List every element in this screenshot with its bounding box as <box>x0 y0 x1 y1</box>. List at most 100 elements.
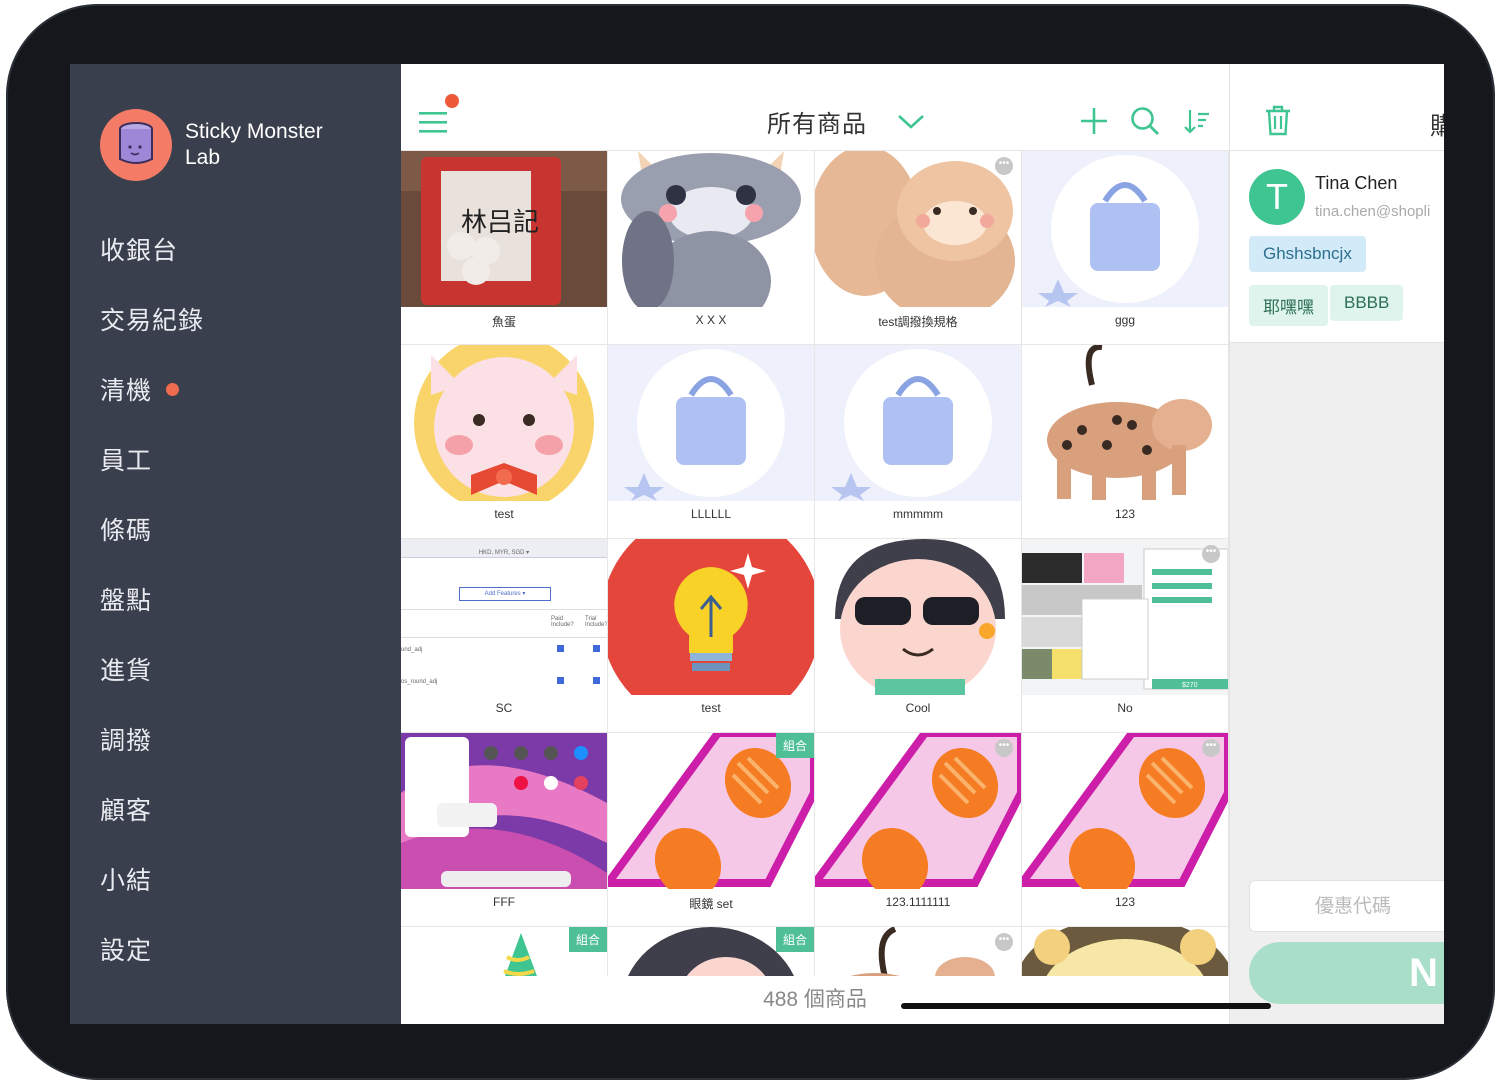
sidebar-item-stocktake[interactable]: 盤點 <box>100 564 204 634</box>
product-name: test <box>701 701 721 715</box>
sidebar-item-label: 進貨 <box>100 657 153 685</box>
sidebar-item-label: 盤點 <box>100 587 153 615</box>
svg-text:林吕記: 林吕記 <box>461 208 539 238</box>
product-tile[interactable]: ••• <box>815 927 1022 976</box>
more-options-icon[interactable]: ••• <box>1202 545 1220 563</box>
product-tile[interactable]: ggg <box>1022 151 1229 345</box>
product-image: HKD, MYR, SGD ▾ Add Features ▾ Paid Incl… <box>401 539 607 695</box>
product-name: test <box>494 507 514 521</box>
product-name: 123.1111111 <box>885 895 951 909</box>
plus-icon[interactable] <box>1079 106 1109 136</box>
product-image <box>608 151 814 307</box>
cart-header-title: 購 <box>1430 113 1444 140</box>
sidebar-item-close-register[interactable]: 清機 <box>100 354 204 424</box>
screenshot-text: Add Features ▾ <box>459 587 551 601</box>
product-image <box>815 733 1021 889</box>
product-name: 123 <box>1114 507 1136 521</box>
sidebar-item-label: 員工 <box>100 447 153 475</box>
customer-email: tina.chen@shopli <box>1315 203 1431 220</box>
more-options-icon[interactable]: ••• <box>995 739 1013 757</box>
more-options-icon[interactable]: ••• <box>995 157 1013 175</box>
product-name: 眼鏡 set <box>689 897 733 911</box>
customer-card[interactable]: T Tina Chen tina.chen@shopli Ghshsbncjx … <box>1230 151 1444 343</box>
product-toolbar: 所有商品 <box>401 64 1229 151</box>
product-tile[interactable]: ••• 123.1111111 <box>815 733 1022 927</box>
product-image <box>608 539 814 695</box>
screenshot-text: HKD, MYR, SGD ▾ <box>478 550 530 556</box>
product-tile[interactable]: 組合 <box>608 927 815 976</box>
app-screen: Sticky Monster Lab 收銀台 交易紀錄 清機 員工 條碼 盤點 … <box>70 64 1444 1024</box>
sidebar-item-transfer[interactable]: 調撥 <box>100 704 204 774</box>
store-brand[interactable]: Sticky Monster Lab <box>100 109 355 181</box>
sidebar-item-staff[interactable]: 員工 <box>100 424 204 494</box>
product-tile[interactable]: 林吕記 魚蛋 <box>401 151 608 345</box>
product-tile[interactable] <box>1022 927 1229 976</box>
customer-avatar: T <box>1249 169 1305 225</box>
monster-logo-icon <box>119 122 153 164</box>
more-options-icon[interactable]: ••• <box>995 933 1013 951</box>
product-image <box>815 345 1021 501</box>
product-tile[interactable]: Cool <box>815 539 1022 733</box>
customer-tag[interactable]: Ghshsbncjx <box>1249 236 1366 272</box>
product-image <box>1022 927 1228 976</box>
product-image <box>401 345 607 501</box>
product-tile[interactable]: $270 ••• No <box>1022 539 1229 733</box>
more-options-icon[interactable]: ••• <box>1202 739 1220 757</box>
product-tile[interactable]: 123 <box>1022 345 1229 539</box>
search-icon[interactable] <box>1130 106 1160 136</box>
cart-panel: 購 T Tina Chen tina.chen@shopli Ghshsbncj… <box>1229 64 1444 1024</box>
product-image: $270 <box>1022 539 1228 695</box>
product-tile[interactable]: 組合 眼鏡 set <box>608 733 815 927</box>
product-tile[interactable]: 組合 <box>401 927 608 976</box>
coupon-code-input[interactable]: 優惠代碼 <box>1249 880 1444 932</box>
product-tile[interactable]: X X X <box>608 151 815 345</box>
sidebar-item-barcode[interactable]: 條碼 <box>100 494 204 564</box>
combo-badge: 組合 <box>568 927 607 952</box>
sidebar-item-transactions[interactable]: 交易紀錄 <box>100 284 204 354</box>
product-tile[interactable]: ••• test調撥換規格 <box>815 151 1022 345</box>
customer-tag[interactable]: 耶嘿嘿 <box>1249 285 1328 326</box>
sidebar-item-cashier[interactable]: 收銀台 <box>100 214 204 284</box>
sidebar-item-settings[interactable]: 設定 <box>100 914 204 984</box>
product-name: ggg <box>1114 313 1136 327</box>
screenshot-text: Paid Include? <box>551 616 574 628</box>
product-tile[interactable]: mmmmm <box>815 345 1022 539</box>
combo-badge: 組合 <box>775 733 814 758</box>
product-name: Cool <box>905 701 931 715</box>
sidebar-item-purchase[interactable]: 進貨 <box>100 634 204 704</box>
product-image <box>815 927 1021 976</box>
product-tile[interactable]: ••• 123 <box>1022 733 1229 927</box>
screenshot-price: $270 <box>1182 682 1198 689</box>
product-name: No <box>1117 701 1133 715</box>
cart-header: 購 <box>1230 64 1444 151</box>
product-image <box>815 539 1021 695</box>
product-image <box>608 345 814 501</box>
sidebar-item-label: 收銀台 <box>100 237 179 265</box>
product-name: X X X <box>695 313 727 327</box>
product-tile[interactable]: FFF <box>401 733 608 927</box>
sidebar-item-label: 小結 <box>100 867 153 895</box>
sort-icon[interactable] <box>1184 106 1210 136</box>
tablet-frame: Sticky Monster Lab 收銀台 交易紀錄 清機 員工 條碼 盤點 … <box>6 4 1495 1080</box>
screenshot-text: und_adj <box>401 647 423 653</box>
product-tile[interactable]: test <box>401 345 608 539</box>
sidebar-item-label: 顧客 <box>100 797 153 825</box>
product-count: 488 個商品 <box>401 976 1229 1024</box>
sidebar-item-label: 清機 <box>100 377 153 405</box>
product-tile[interactable]: HKD, MYR, SGD ▾ Add Features ▾ Paid Incl… <box>401 539 608 733</box>
trash-icon[interactable] <box>1264 104 1292 136</box>
screenshot-text: Trial Include? <box>585 616 607 628</box>
menu-icon[interactable] <box>419 110 449 134</box>
checkout-button[interactable]: N <box>1249 942 1444 1004</box>
category-title: 所有商品 <box>767 111 867 138</box>
product-tile[interactable]: test <box>608 539 815 733</box>
product-tile[interactable]: LLLLLL <box>608 345 815 539</box>
home-indicator[interactable] <box>901 1003 1271 1009</box>
sidebar-nav: 收銀台 交易紀錄 清機 員工 條碼 盤點 進貨 調撥 顧客 小結 設定 <box>100 214 204 984</box>
customer-tag[interactable]: BBBB <box>1330 285 1404 321</box>
category-selector[interactable]: 所有商品 <box>767 104 925 139</box>
sidebar-item-customers[interactable]: 顧客 <box>100 774 204 844</box>
product-name: 魚蛋 <box>491 315 516 329</box>
sidebar-item-summary[interactable]: 小結 <box>100 844 204 914</box>
product-name: FFF <box>493 895 515 909</box>
